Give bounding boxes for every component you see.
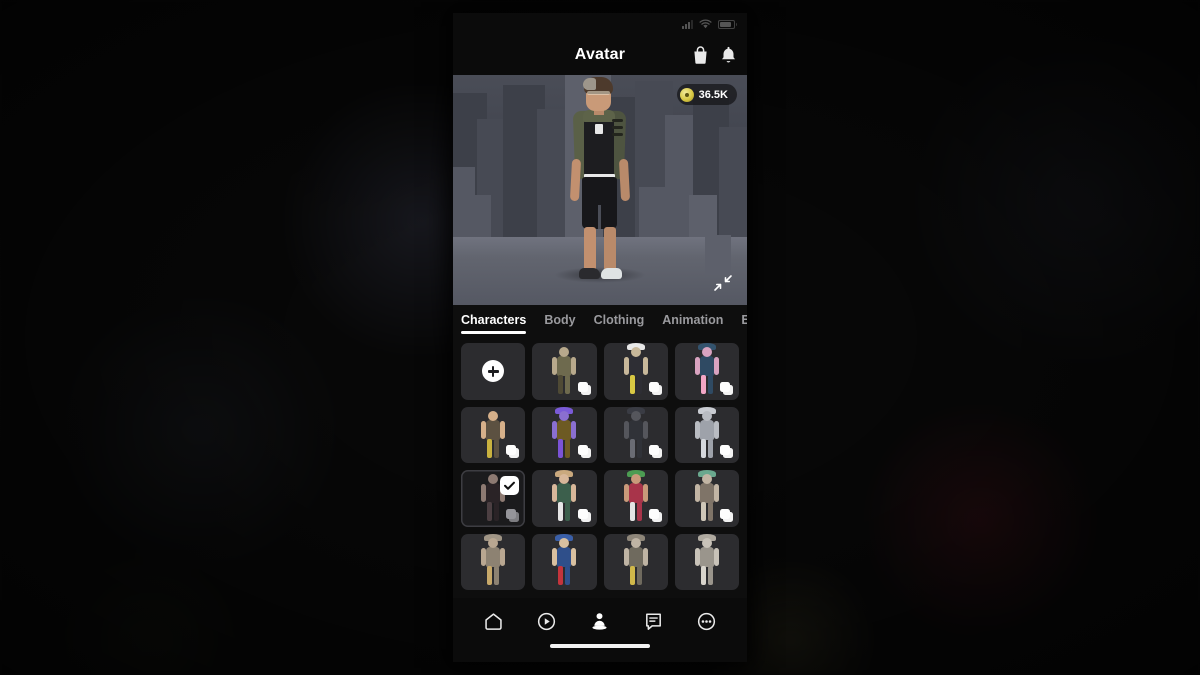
duplicate-icon[interactable]	[504, 507, 520, 522]
tab-animation[interactable]: Animation	[662, 313, 723, 330]
app-header: Avatar	[453, 35, 747, 75]
battery-icon	[718, 19, 737, 29]
character-tile-12[interactable]	[461, 533, 526, 591]
header-actions	[692, 46, 737, 65]
nav-more[interactable]	[696, 611, 717, 632]
status-bar	[453, 13, 747, 35]
character-tile-8[interactable]	[461, 470, 526, 527]
character-tile-11[interactable]	[674, 470, 739, 527]
tab-characters[interactable]: Characters	[461, 313, 527, 334]
duplicate-icon[interactable]	[576, 380, 591, 395]
currency-value: 36.5K	[698, 88, 728, 101]
character-thumbnail	[549, 533, 579, 586]
character-tile-1[interactable]	[532, 343, 597, 400]
character-tile-7[interactable]	[674, 406, 739, 464]
character-tile-5[interactable]	[532, 406, 597, 464]
collapse-arrows-icon[interactable]	[711, 271, 735, 295]
avatar-viewport[interactable]: 36.5K	[453, 75, 747, 305]
check-icon	[500, 476, 520, 496]
bottom-navigation	[453, 598, 747, 644]
category-tabs: Characters Body Clothing Animation E	[453, 305, 747, 337]
character-grid	[461, 343, 739, 591]
currency-badge[interactable]: 36.5K	[676, 84, 737, 105]
avatar-character[interactable]	[554, 77, 646, 287]
character-tile-14[interactable]	[603, 533, 668, 591]
duplicate-icon[interactable]	[647, 443, 662, 459]
nav-avatar[interactable]	[589, 611, 610, 632]
duplicate-icon[interactable]	[576, 443, 591, 459]
nav-play[interactable]	[536, 611, 557, 632]
character-tile-2[interactable]	[603, 343, 668, 400]
duplicate-icon[interactable]	[718, 443, 733, 459]
coin-icon	[679, 87, 694, 102]
character-thumbnail	[621, 533, 651, 586]
bell-icon[interactable]	[720, 46, 737, 65]
plus-icon	[482, 360, 505, 383]
character-tile-13[interactable]	[532, 533, 597, 591]
character-thumbnail	[478, 533, 508, 586]
home-indicator[interactable]	[550, 644, 650, 648]
nav-messages[interactable]	[643, 611, 664, 632]
page-title: Avatar	[574, 46, 626, 63]
character-tile-3[interactable]	[674, 343, 739, 400]
duplicate-icon[interactable]	[576, 507, 591, 522]
character-grid-scroll[interactable]	[453, 337, 747, 598]
duplicate-icon[interactable]	[718, 507, 733, 522]
home-indicator-area	[453, 644, 747, 662]
character-tile-4[interactable]	[461, 406, 526, 464]
tab-emotes[interactable]: E	[741, 313, 747, 330]
character-thumbnail	[692, 533, 722, 586]
character-tile-9[interactable]	[532, 470, 597, 527]
duplicate-icon[interactable]	[647, 507, 662, 522]
shopping-bag-icon[interactable]	[692, 46, 709, 65]
character-tile-15[interactable]	[674, 533, 739, 591]
phone-frame: Avatar 36.5K Characters Body Clothing An…	[453, 13, 747, 662]
character-tile-10[interactable]	[603, 470, 668, 527]
cellular-signal-icon	[682, 19, 693, 29]
tab-body[interactable]: Body	[544, 313, 575, 330]
duplicate-icon[interactable]	[718, 380, 733, 395]
duplicate-icon[interactable]	[647, 380, 662, 395]
add-character-button[interactable]	[461, 343, 526, 400]
tab-clothing[interactable]: Clothing	[594, 313, 645, 330]
character-tile-6[interactable]	[603, 406, 668, 464]
duplicate-icon[interactable]	[504, 443, 520, 459]
wifi-icon	[699, 19, 712, 29]
nav-home[interactable]	[483, 611, 504, 632]
